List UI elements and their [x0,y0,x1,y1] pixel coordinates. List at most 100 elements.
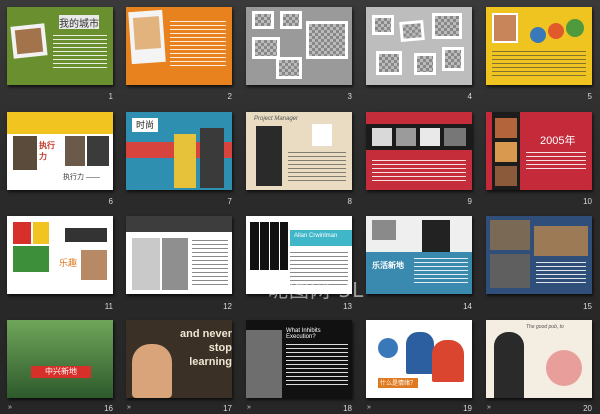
text-block [288,152,346,182]
slide-title: 乐活新地 [372,261,404,270]
portrait-photo [246,330,282,398]
caption: 乐趣 [59,258,78,268]
slide-thumbnail-2[interactable] [126,7,232,85]
transition-icon: » [247,404,251,411]
slide-thumbnail-8[interactable]: Project Manager [246,112,352,190]
portrait-photo [14,27,44,55]
slide-thumbnail-14[interactable]: 乐活新地 [366,216,472,294]
film-photo [420,128,440,146]
woman-illustration [494,332,524,398]
person-photo [200,128,224,188]
text-block [414,258,468,286]
slide-number: 17 [223,404,232,413]
forest-photo [7,320,113,398]
slide-number: 3 [347,92,352,101]
person-photo [174,134,196,188]
portrait-photo [81,250,107,280]
photo-placeholder [442,47,464,71]
slide-number: 6 [108,197,113,206]
slide-title: Project Manager [254,116,299,122]
slide-number: 8 [347,197,352,206]
slide-number: 1 [108,92,113,101]
slide-thumbnail-7[interactable]: 时尚 [126,112,232,190]
film-photo [495,118,517,138]
slide-title: 时尚 [132,118,158,132]
slide-number: 13 [343,302,352,311]
film-photo [495,166,517,186]
person-photo [162,238,188,290]
slide-number: 2 [227,92,232,101]
slide-thumbnail-1[interactable]: 我的城市 [7,7,113,85]
transition-icon: » [367,404,371,411]
slide-thumbnail-6[interactable]: 执行力 执行力 —— [7,112,113,190]
circle-photo [566,19,584,37]
person-photo [256,126,282,186]
slide-thumbnail-15[interactable] [486,216,592,294]
slide-thumbnail-5[interactable] [486,7,592,85]
photo-placeholder [276,57,302,79]
film-photo [396,128,416,146]
year-label: 2005年 [540,135,576,147]
slide-title: The good pub, to [526,324,564,330]
slide-thumbnail-13[interactable]: Allan Crwinlman [246,216,352,294]
portrait-photo [13,136,37,170]
text-block [492,51,586,77]
transition-icon: » [127,404,131,411]
film-photo [444,128,466,146]
transition-icon: » [487,404,491,411]
slide-number: 5 [587,92,592,101]
globe-graphic [378,338,398,358]
person-photo [422,220,450,252]
slide-thumbnail-11[interactable]: 乐趣 [7,216,113,294]
header-band [7,112,113,134]
slogan-line-2: stop [208,342,232,354]
slide-number: 15 [583,302,592,311]
color-block [13,246,49,272]
slide-number: 11 [104,302,113,311]
slide-title: What Inhibits Execution? [286,328,321,340]
slogan-line-1: and never [180,328,232,340]
film-photo [372,128,392,146]
slide-title: 执行力 [39,141,55,161]
text-block [192,240,228,286]
photo-placeholder [376,51,402,75]
slide-thumbnail-20[interactable]: The good pub, to [486,320,592,398]
slide-title: 中兴新地 [31,366,91,378]
slide-number: 18 [343,404,352,413]
photo [490,254,530,288]
slide-thumbnail-19[interactable]: 什么是情绪？ [366,320,472,398]
slide-number: 9 [467,197,472,206]
slide-thumbnail-10[interactable]: 2005年 [486,112,592,190]
photo-placeholder [280,11,302,29]
slide-number: 19 [463,404,472,413]
slide-thumbnail-16[interactable]: 中兴新地 [7,320,113,398]
text-block [53,35,107,69]
film-photo [495,142,517,162]
photo [534,226,588,256]
caption: 执行力 —— [63,174,100,181]
text-block [290,252,348,286]
slide-number: 10 [583,197,592,206]
text-block [286,344,348,386]
slide-thumbnail-12[interactable] [126,216,232,294]
photo-placeholder [432,13,462,39]
slide-number: 20 [583,404,592,413]
photo-placeholder [372,15,394,35]
slide-thumbnail-3[interactable] [246,7,352,85]
transition-icon: » [8,404,12,411]
slide-thumbnail-17[interactable]: and never stop learning [126,320,232,398]
figure-graphic [406,332,434,374]
text-block [372,160,466,182]
slide-thumbnail-18[interactable]: What Inhibits Execution? [246,320,352,398]
text-block [170,21,226,67]
slide-number: 14 [463,302,472,311]
slide-number: 16 [104,404,113,413]
person-photo [132,238,160,290]
paper-graphic [312,124,332,146]
photo-placeholder [252,11,274,29]
slide-thumbnail-4[interactable] [366,7,472,85]
slide-thumbnail-9[interactable] [366,112,472,190]
portrait-photo [87,136,109,166]
circle-photo [530,27,546,43]
slide-title: 我的城市 [59,15,99,30]
